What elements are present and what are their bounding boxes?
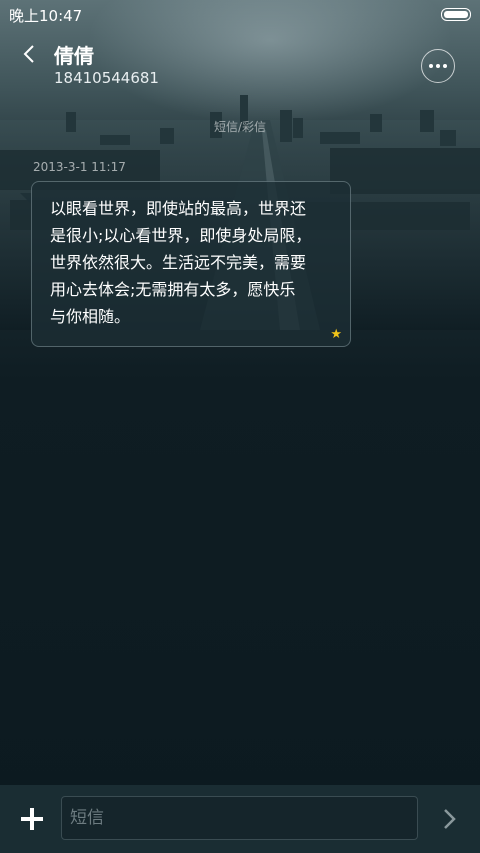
message-timestamp: 2013-3-1 11:17 [33, 160, 126, 174]
chevron-right-icon[interactable] [436, 804, 464, 834]
contact-name: 倩倩 [54, 44, 94, 68]
chevron-left-icon[interactable] [14, 40, 44, 70]
message-text: 以眼看世界，即使站的最高，世界还 是很小;以心看世界，即使身处局限， 世界依然很… [50, 195, 336, 330]
sms-input[interactable] [61, 796, 418, 840]
battery-icon [441, 8, 471, 21]
plus-icon[interactable] [18, 805, 46, 833]
message-line: 世界依然很大。生活远不完美，需要 [50, 253, 307, 272]
message-line: 与你相随。 [50, 307, 131, 326]
status-bar: 晚上10:47 [0, 0, 480, 28]
message-bubble[interactable]: 以眼看世界，即使站的最高，世界还 是很小;以心看世界，即使身处局限， 世界依然很… [31, 181, 351, 347]
contact-number: 18410544681 [54, 69, 159, 87]
message-line: 是很小;以心看世界，即使身处局限， [50, 226, 312, 245]
compose-bar [0, 785, 480, 853]
message-type-label: 短信/彩信 [213, 120, 267, 134]
message-line: 以眼看世界，即使站的最高，世界还 [50, 199, 307, 218]
message-line: 用心去体会;无需拥有太多，愿快乐 [50, 280, 296, 299]
status-time: 晚上10:47 [9, 7, 83, 25]
more-icon[interactable] [421, 49, 455, 83]
star-icon: ★ [330, 327, 342, 342]
